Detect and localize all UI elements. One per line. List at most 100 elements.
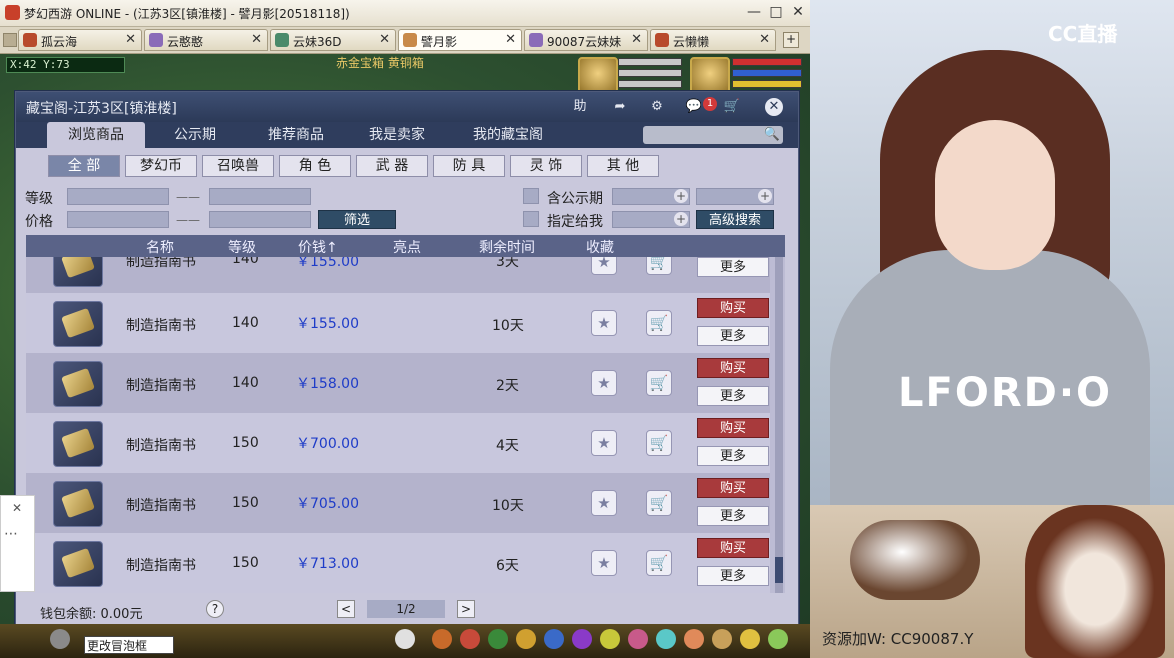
price-max-input[interactable] (209, 211, 311, 228)
mail-icon[interactable] (628, 629, 648, 649)
tab-active-character[interactable]: 譬月影 ✕ (398, 29, 522, 51)
minimize-button[interactable]: — (744, 3, 764, 21)
share-icon[interactable]: ➦ (610, 97, 630, 117)
col-name[interactable]: 名称 (146, 237, 174, 257)
buy-button[interactable]: 购买 (697, 478, 769, 498)
col-price[interactable]: 价钱↑ (298, 237, 338, 257)
more-button[interactable]: 更多 (697, 566, 769, 586)
table-row[interactable]: 制造指南书 140 ￥155.00 10天 ★ 🛒 购买 更多 (26, 293, 770, 353)
category-all[interactable]: 全 部 (48, 155, 120, 177)
category-pets[interactable]: 召唤兽 (202, 155, 274, 177)
tab-browse-goods[interactable]: 浏览商品 (47, 122, 145, 148)
shop-icon[interactable] (656, 629, 676, 649)
event-icon[interactable] (684, 629, 704, 649)
more-button[interactable]: 更多 (697, 506, 769, 526)
category-characters[interactable]: 角 色 (279, 155, 351, 177)
more-button[interactable]: 更多 (697, 257, 769, 277)
category-currency[interactable]: 梦幻币 (125, 155, 197, 177)
close-icon[interactable]: ✕ (12, 501, 22, 515)
more-icon[interactable]: ⋯ (4, 526, 18, 542)
tab-yun-lan-lan[interactable]: 云懒懒 ✕ (650, 29, 776, 51)
guild-icon[interactable] (600, 629, 620, 649)
star-icon[interactable]: ★ (591, 257, 617, 275)
level-max-input[interactable] (209, 188, 311, 205)
more-button[interactable]: 更多 (697, 326, 769, 346)
help-icon[interactable]: ? (206, 600, 224, 618)
chat-icon[interactable]: 💬 (684, 97, 704, 117)
tab-close-icon[interactable]: ✕ (379, 32, 390, 47)
system-icon[interactable] (712, 629, 732, 649)
filter-button[interactable]: 筛选 (318, 210, 396, 229)
category-other[interactable]: 其 他 (587, 155, 659, 177)
category-weapons[interactable]: 武 器 (356, 155, 428, 177)
buy-button[interactable]: 购买 (697, 358, 769, 378)
col-remaining-time[interactable]: 剩余时间 (479, 237, 535, 257)
tab-close-icon[interactable]: ✕ (125, 32, 136, 47)
table-row[interactable]: 制造指南书 150 ￥700.00 4天 ★ 🛒 购买 更多 (26, 413, 770, 473)
tab-90087[interactable]: 90087云妹妹 ✕ (524, 29, 648, 51)
assign-select[interactable]: + (612, 211, 690, 228)
star-icon[interactable]: ★ (591, 490, 617, 516)
buy-button[interactable]: 购买 (697, 298, 769, 318)
team-icon[interactable] (488, 629, 508, 649)
settings-icon[interactable]: ⚙ (647, 97, 667, 117)
cart-icon[interactable]: 🛒 (646, 550, 672, 576)
bag-icon[interactable] (432, 629, 452, 649)
table-row-partial[interactable]: 制造指南书 140 ￥155.00 3天 ★ 🛒 更多 (26, 257, 770, 293)
assign-to-me-checkbox[interactable] (523, 211, 539, 227)
help-button[interactable]: 助 (570, 97, 590, 117)
tab-close-icon[interactable]: ✕ (759, 32, 770, 47)
star-icon[interactable]: ★ (591, 310, 617, 336)
more-button[interactable]: 更多 (697, 386, 769, 406)
buy-button[interactable]: 购买 (697, 418, 769, 438)
price-min-input[interactable] (67, 211, 169, 228)
star-icon[interactable]: ★ (591, 430, 617, 456)
tab-public-period[interactable]: 公示期 (152, 122, 238, 148)
tab-gu-yun-hai[interactable]: 孤云海 ✕ (18, 29, 142, 51)
category-accessories[interactable]: 灵 饰 (510, 155, 582, 177)
tab-recommended[interactable]: 推荐商品 (246, 122, 346, 148)
maximize-button[interactable]: □ (766, 3, 786, 21)
public-period-select-2[interactable]: + (696, 188, 774, 205)
level-min-input[interactable] (67, 188, 169, 205)
search-input[interactable]: 🔍 (643, 126, 783, 144)
tab-yun-mei-36d[interactable]: 云妹36D ✕ (270, 29, 396, 51)
emoji-icon[interactable] (740, 629, 760, 649)
change-bubble-input[interactable]: 更改冒泡框 (84, 636, 174, 654)
tab-close-icon[interactable]: ✕ (631, 32, 642, 47)
quest-icon[interactable] (544, 629, 564, 649)
add-tab-button[interactable]: + (783, 32, 799, 48)
buy-button[interactable]: 购买 (697, 538, 769, 558)
tab-yun-han-han[interactable]: 云憨憨 ✕ (144, 29, 268, 51)
table-row[interactable]: 制造指南书 140 ￥158.00 2天 ★ 🛒 购买 更多 (26, 353, 770, 413)
pet-icon[interactable] (395, 629, 415, 649)
cart-icon[interactable]: 🛒 (646, 490, 672, 516)
close-window-button[interactable]: ✕ (788, 3, 808, 21)
skill-icon[interactable] (516, 629, 536, 649)
table-row[interactable]: 制造指南书 150 ￥705.00 10天 ★ 🛒 购买 更多 (26, 473, 770, 533)
dialog-close-button[interactable]: ✕ (765, 98, 783, 116)
microphone-icon[interactable] (50, 629, 70, 649)
scrollbar-thumb[interactable] (775, 557, 783, 583)
search-icon[interactable]: 🔍 (764, 127, 780, 142)
gift-icon[interactable] (460, 629, 480, 649)
table-row[interactable]: 制造指南书 150 ￥713.00 6天 ★ 🛒 购买 更多 (26, 533, 770, 593)
cart-icon[interactable]: 🛒 (646, 257, 672, 275)
more-button[interactable]: 更多 (697, 446, 769, 466)
star-icon[interactable]: ★ (591, 370, 617, 396)
map-icon[interactable] (768, 629, 788, 649)
advanced-search-button[interactable]: 高级搜索 (696, 210, 774, 229)
next-page-button[interactable]: > (457, 600, 475, 618)
prev-page-button[interactable]: < (337, 600, 355, 618)
tab-menu-button[interactable] (3, 33, 17, 47)
cart-icon[interactable]: 🛒 (722, 97, 742, 117)
public-period-select-1[interactable]: + (612, 188, 690, 205)
tab-close-icon[interactable]: ✕ (251, 32, 262, 47)
star-icon[interactable]: ★ (591, 550, 617, 576)
tab-i-am-seller[interactable]: 我是卖家 (354, 122, 440, 148)
cart-icon[interactable]: 🛒 (646, 310, 672, 336)
tab-my-pavilion[interactable]: 我的藏宝阁 (448, 122, 568, 148)
cart-icon[interactable]: 🛒 (646, 370, 672, 396)
public-period-checkbox[interactable] (523, 188, 539, 204)
friend-icon[interactable] (572, 629, 592, 649)
